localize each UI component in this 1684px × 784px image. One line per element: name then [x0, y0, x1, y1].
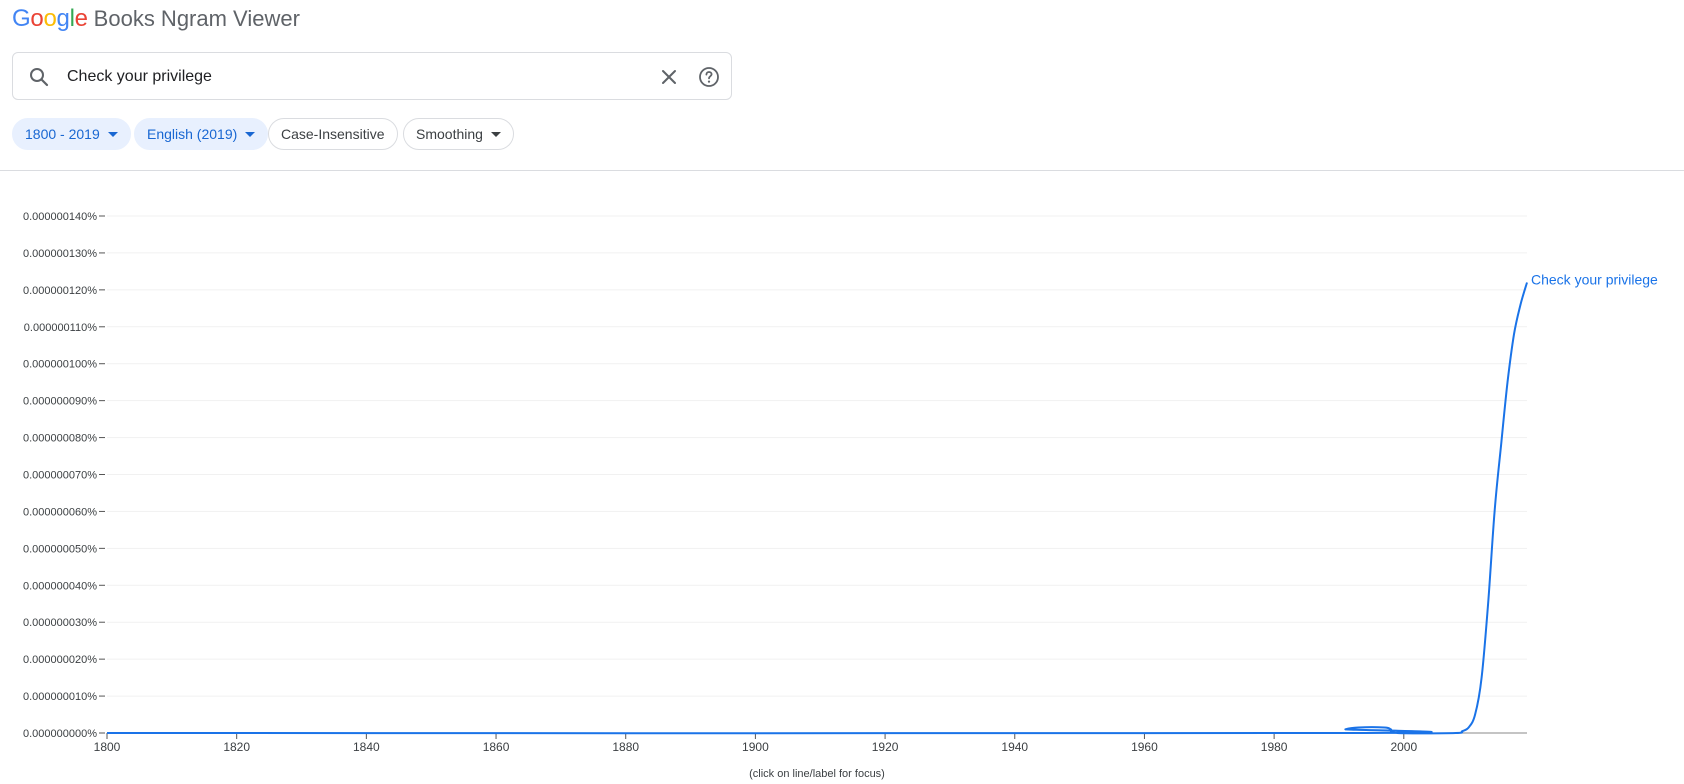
y-tick-label: 0.000000030% [23, 617, 97, 629]
chevron-down-icon [107, 131, 118, 137]
y-tick-label: 0.000000120% [23, 285, 97, 297]
logo-letter: o [43, 5, 57, 32]
corpus-label: English (2019) [147, 126, 238, 142]
y-tick-label: 0.000000130% [23, 248, 97, 260]
y-tick-label: 0.000000100% [23, 359, 97, 371]
x-tick-label: 2000 [1390, 740, 1417, 754]
y-tick-label: 0.000000040% [23, 580, 97, 592]
y-tick-label: 0.000000110% [24, 322, 97, 334]
divider [0, 170, 1684, 171]
close-icon[interactable] [657, 65, 681, 89]
smoothing-label: Smoothing [416, 126, 483, 142]
app-title: Books Ngram Viewer [93, 6, 300, 31]
focus-note: (click on line/label for focus) [749, 768, 885, 780]
y-tick-label: 0.000000090% [23, 396, 97, 408]
x-tick-label: 1800 [94, 740, 121, 754]
grid-layer [107, 215, 1527, 697]
x-tick-label: 1880 [612, 740, 639, 754]
y-tick-label: 0.000000020% [23, 654, 97, 666]
year-range-dropdown[interactable]: 1800 - 2019 [12, 118, 131, 150]
x-tick-label: 1920 [872, 740, 899, 754]
y-axis: 0.000000000% 0.000000010% 0.000000020% 0.00… [23, 211, 105, 740]
x-tick-label: 1980 [1261, 740, 1288, 754]
corpus-dropdown[interactable]: English (2019) [134, 118, 269, 150]
logo-letter: o [30, 5, 44, 32]
chevron-down-icon [245, 131, 256, 137]
logo-letter: g [56, 5, 70, 32]
x-tick-label: 1960 [1131, 740, 1158, 754]
search-icon[interactable] [27, 65, 51, 89]
series-label[interactable]: Check your privilege [1531, 271, 1658, 287]
series-layer: Check your privilege [106, 271, 1658, 735]
y-tick-label: 0.000000140% [23, 211, 97, 223]
search-input[interactable] [65, 63, 649, 91]
y-tick-label: 0.000000010% [23, 691, 97, 703]
y-tick-label: 0.000000070% [23, 470, 97, 482]
smoothing-dropdown[interactable]: Smoothing [403, 118, 514, 150]
y-tick-label: 0.000000060% [23, 506, 97, 518]
x-tick-label: 1860 [483, 740, 510, 754]
x-tick-label: 1820 [223, 740, 250, 754]
chevron-down-icon [490, 131, 501, 137]
case-insensitive-label: Case-Insensitive [281, 126, 385, 142]
x-tick-label: 1900 [742, 740, 769, 754]
logo-letter: e [74, 5, 88, 32]
google-logo[interactable]: Google [12, 5, 88, 33]
logo-letter: G [12, 5, 31, 32]
x-tick-label: 1940 [1001, 740, 1028, 754]
year-range-label: 1800 - 2019 [25, 126, 100, 142]
search-box [12, 52, 732, 100]
help-icon[interactable] [697, 65, 721, 89]
y-tick-label: 0.000000000% [23, 728, 97, 740]
y-tick-label: 0.000000050% [23, 543, 97, 555]
app-header: Google Books Ngram Viewer [12, 4, 300, 34]
series-line[interactable] [106, 282, 1528, 735]
y-tick-label: 0.000000080% [23, 433, 97, 445]
x-axis: 1800 1820 1840 1860 1880 1900 1920 1940 1960 1980… [94, 732, 1527, 754]
x-tick-label: 1840 [353, 740, 380, 754]
case-insensitive-toggle[interactable]: Case-Insensitive [268, 118, 398, 150]
ngram-chart: 0.000000000% 0.000000010% 0.000000020% 0.00… [23, 211, 1658, 754]
